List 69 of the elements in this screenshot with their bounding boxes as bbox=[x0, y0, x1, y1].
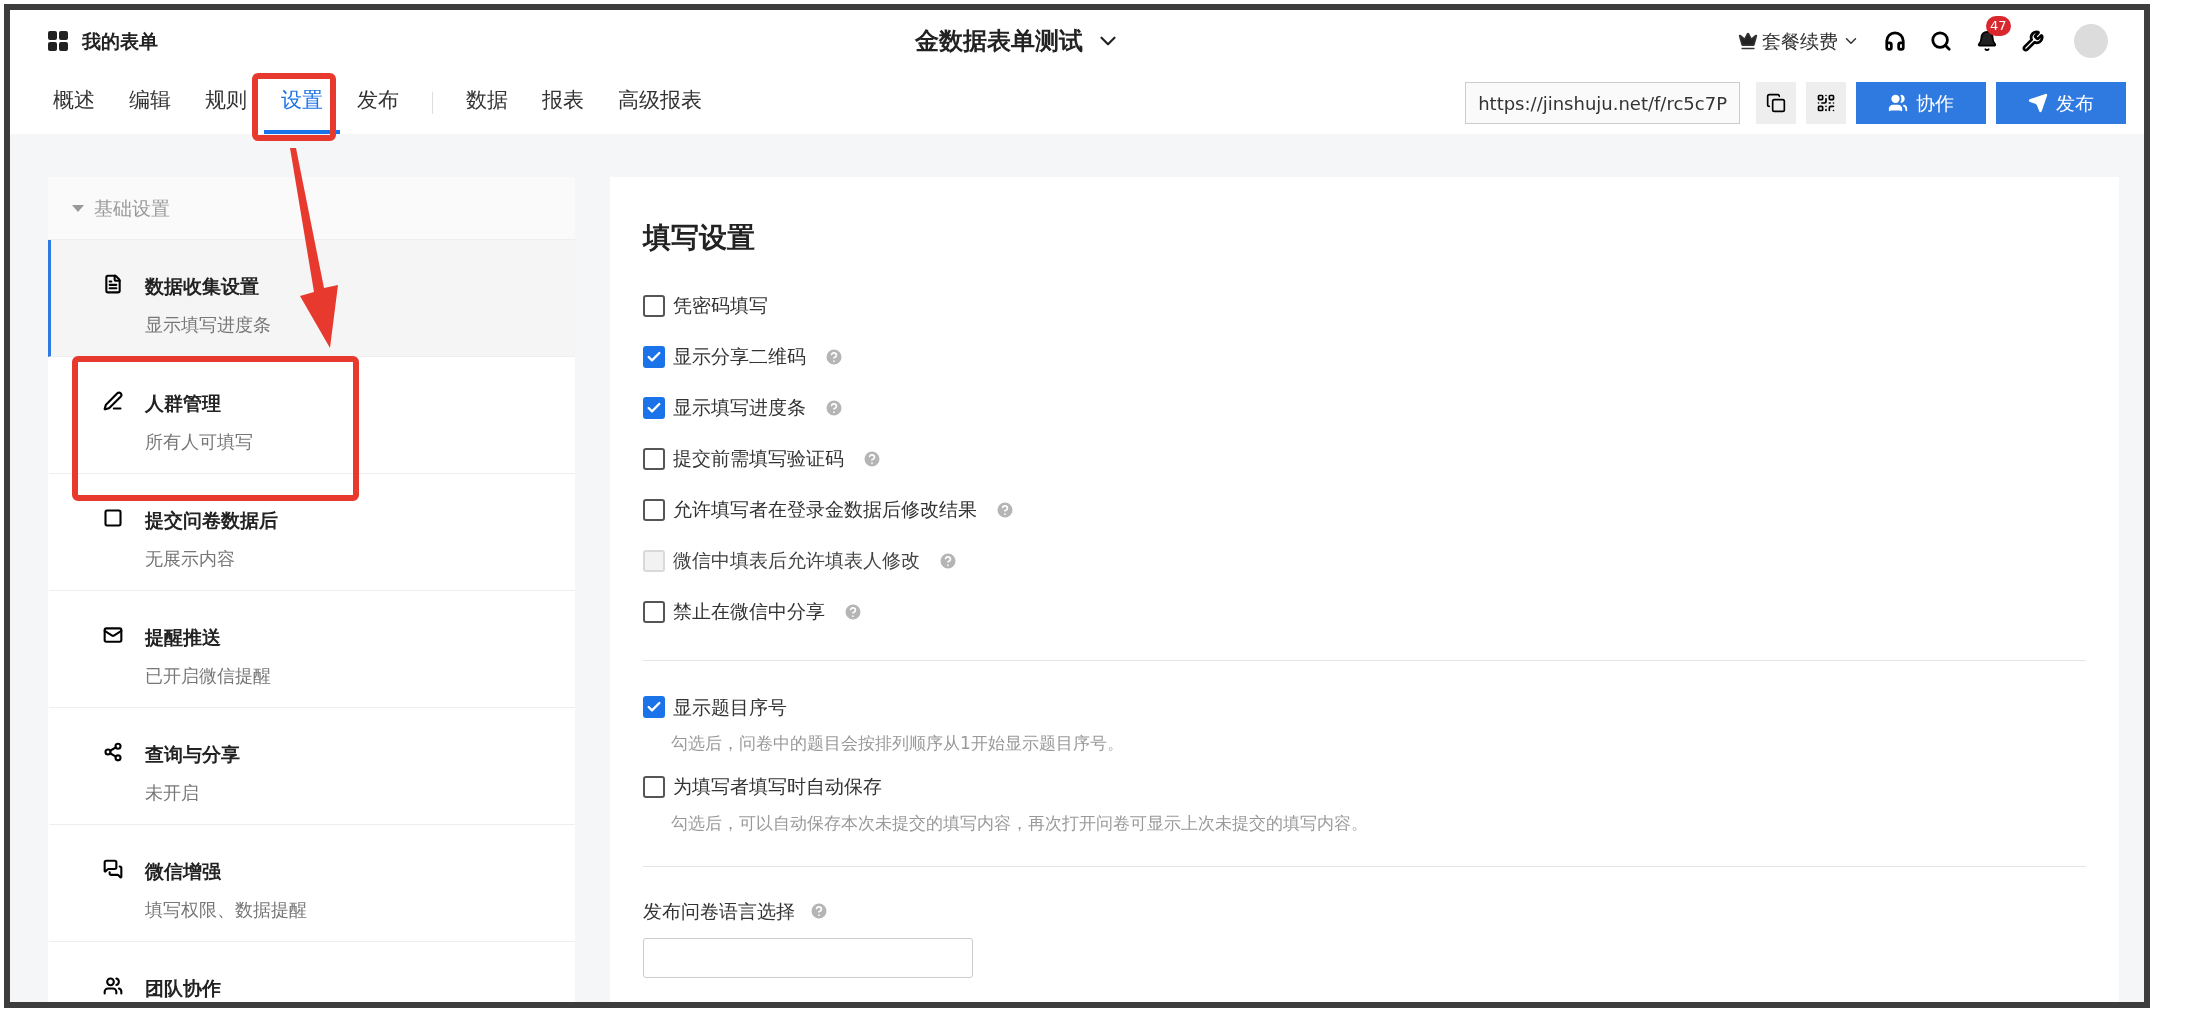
option-hint: 勾选后，问卷中的题目会按排列顺序从1开始显示题目序号。 bbox=[670, 732, 1125, 755]
publish-button[interactable]: 发布 bbox=[1996, 82, 2126, 124]
checkbox[interactable] bbox=[643, 396, 665, 419]
item-subtitle: 所有人可填写 bbox=[145, 429, 253, 454]
option-label: 显示分享二维码 bbox=[673, 344, 806, 370]
tools-icon[interactable] bbox=[2022, 30, 2044, 52]
nav-tab[interactable]: 数据 bbox=[449, 72, 525, 134]
language-label: 发布问卷语言选择 bbox=[643, 899, 795, 924]
section-title: 填写设置 bbox=[643, 220, 756, 256]
item-title: 微信增强 bbox=[145, 859, 222, 884]
item-title: 提醒推送 bbox=[145, 625, 222, 650]
notification-count-badge: 47 bbox=[1986, 16, 2011, 36]
item-subtitle: 显示填写进度条 bbox=[145, 312, 271, 337]
headset-icon[interactable] bbox=[1884, 30, 1906, 52]
option-label: 微信中填表后允许填表人修改 bbox=[673, 548, 920, 574]
paper-plane-icon bbox=[2028, 93, 2048, 113]
checkbox[interactable] bbox=[643, 447, 665, 470]
option-hint: 勾选后，可以自动保存本次未提交的填写内容，再次打开问卷可显示上次未提交的填写内容。 bbox=[670, 811, 1369, 835]
option-label: 显示题目序号 bbox=[673, 694, 787, 720]
item-subtitle: 已开启微信提醒 bbox=[145, 663, 271, 688]
nav-tab[interactable]: 发布 bbox=[340, 72, 416, 134]
share-icon bbox=[103, 742, 123, 762]
item-title: 团队协作 bbox=[145, 976, 221, 1001]
checkbox[interactable] bbox=[643, 600, 665, 623]
checkbox[interactable] bbox=[643, 294, 665, 317]
crown-icon bbox=[1738, 31, 1758, 51]
option-label: 凭密码填写 bbox=[673, 293, 768, 319]
option-label: 允许填写者在登录金数据后修改结果 bbox=[673, 497, 977, 523]
qr-code-button[interactable] bbox=[1806, 82, 1846, 124]
checkbox[interactable] bbox=[643, 696, 665, 718]
collaborate-button[interactable]: 协作 bbox=[1856, 82, 1986, 124]
option-label: 禁止在微信中分享 bbox=[673, 599, 825, 625]
form-url-field[interactable]: https://jinshuju.net/f/rc5c7P bbox=[1465, 82, 1740, 124]
nav-tab[interactable]: 编辑 bbox=[112, 72, 188, 134]
envelope-icon bbox=[103, 625, 123, 645]
option-label: 为填写者填写时自动保存 bbox=[673, 774, 882, 800]
item-subtitle: 未开启 bbox=[145, 780, 200, 805]
copy-link-button[interactable] bbox=[1756, 82, 1796, 124]
checkbox[interactable] bbox=[643, 498, 665, 521]
checkbox[interactable] bbox=[643, 775, 665, 798]
people-icon bbox=[1888, 93, 1908, 113]
nav-tab[interactable]: 设置 bbox=[264, 72, 340, 134]
nav-tab[interactable]: 概述 bbox=[36, 72, 112, 134]
renew-plan-button[interactable]: 套餐续费 bbox=[1738, 26, 1860, 56]
people-icon bbox=[103, 976, 123, 996]
option-label: 提交前需填写验证码 bbox=[673, 446, 844, 472]
item-title: 人群管理 bbox=[145, 391, 222, 416]
nav-tab[interactable]: 规则 bbox=[188, 72, 264, 134]
checkbox[interactable] bbox=[643, 345, 665, 368]
apps-grid-icon[interactable] bbox=[46, 29, 70, 53]
app-title[interactable]: 我的表单 bbox=[82, 26, 158, 56]
search-icon[interactable] bbox=[1930, 30, 1952, 52]
nav-tab[interactable]: 高级报表 bbox=[601, 72, 719, 134]
item-title: 数据收集设置 bbox=[145, 274, 260, 299]
qr-code-icon bbox=[1816, 93, 1836, 113]
item-title: 查询与分享 bbox=[145, 742, 240, 767]
form-title-dropdown[interactable]: 金数据表单测试 bbox=[915, 23, 1121, 59]
item-subtitle: 填写权限、数据提醒 bbox=[145, 897, 307, 922]
document-icon bbox=[103, 274, 123, 294]
pen-icon bbox=[103, 391, 123, 411]
bell-icon[interactable] bbox=[1976, 30, 1998, 52]
chat-bubbles-icon bbox=[103, 859, 123, 879]
item-title: 提交问卷数据后 bbox=[145, 508, 278, 533]
copy-icon bbox=[1766, 93, 1786, 113]
nav-tab[interactable]: 报表 bbox=[525, 72, 601, 134]
option-label: 显示填写进度条 bbox=[673, 395, 806, 421]
item-subtitle: 无展示内容 bbox=[145, 546, 236, 571]
sidebar-item[interactable]: 数据收集设置 显示填写进度条 bbox=[48, 240, 575, 357]
square-icon bbox=[103, 508, 123, 528]
